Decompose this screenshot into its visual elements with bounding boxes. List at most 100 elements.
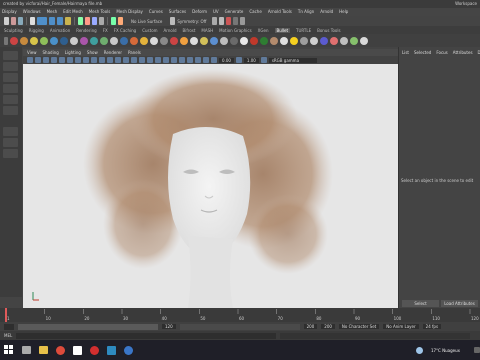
film-gate-icon[interactable] — [67, 57, 73, 63]
wireframe-icon[interactable] — [107, 57, 113, 63]
shelf-tool-icon[interactable] — [190, 36, 198, 45]
shelf-tool-icon[interactable] — [360, 36, 368, 45]
wireframe-on-shaded-icon[interactable] — [123, 57, 129, 63]
shelf-tool-icon[interactable] — [120, 36, 128, 45]
menu-edit-mesh[interactable]: Edit Mesh — [63, 8, 83, 16]
menu-arnold[interactable]: Arnold — [320, 8, 333, 16]
shelf-tool-icon[interactable] — [220, 36, 228, 45]
shelf-tab-fx[interactable]: FX — [103, 28, 108, 33]
symmetry-label[interactable]: Symmetry: Off — [177, 19, 206, 24]
select-tool-icon[interactable] — [30, 17, 35, 25]
camera-icon[interactable] — [219, 17, 225, 25]
rotate-tool-button[interactable] — [3, 95, 18, 104]
camera-select-icon[interactable] — [27, 57, 33, 63]
current-frame-marker[interactable] — [5, 308, 7, 322]
shelf-tab-rigging[interactable]: Rigging — [29, 28, 44, 33]
open-scene-icon[interactable] — [11, 17, 16, 25]
select-button[interactable]: Select — [402, 300, 439, 307]
shelf-tab-bifrost[interactable]: Bifrost — [183, 28, 196, 33]
motion-blur-icon[interactable] — [163, 57, 169, 63]
shadows-icon[interactable] — [147, 57, 153, 63]
xray-joints-icon[interactable] — [203, 57, 209, 63]
shelf-tab-bonus-tools[interactable]: Bonus Tools — [317, 28, 340, 33]
shelf-tab-sculpting[interactable]: Sculpting — [4, 28, 23, 33]
viewport[interactable] — [23, 64, 398, 308]
select-by-component-icon[interactable] — [57, 17, 63, 25]
select-tool-button[interactable] — [3, 51, 18, 60]
isolate-select-icon[interactable] — [187, 57, 193, 63]
shelf-tool-icon[interactable] — [180, 36, 188, 45]
shelf-tab-arnold[interactable]: Arnold — [164, 28, 177, 33]
shelf-tool-icon[interactable] — [20, 36, 28, 45]
gate-mask-icon[interactable] — [83, 57, 89, 63]
right-tab-focus[interactable]: Focus — [436, 49, 447, 57]
panel-menu-show[interactable]: Show — [87, 49, 98, 56]
lights-icon[interactable] — [139, 57, 145, 63]
range-end-value[interactable]: 120 — [162, 324, 176, 329]
load-attributes-button[interactable]: Load Attributes — [441, 300, 478, 307]
shelf-tool-icon[interactable] — [80, 36, 88, 45]
render-icon[interactable] — [118, 17, 123, 25]
layout-outliner-button[interactable] — [3, 149, 18, 158]
image-plane-icon[interactable] — [51, 57, 57, 63]
shelf-tool-icon[interactable] — [50, 36, 58, 45]
shelf-tool-icon[interactable] — [110, 36, 118, 45]
shelf-tool-icon[interactable] — [320, 36, 328, 45]
exposure-value[interactable]: 0.00 — [219, 57, 234, 63]
shelf-tool-icon[interactable] — [210, 36, 218, 45]
scale-tool-button[interactable] — [3, 106, 18, 115]
range-bar[interactable] — [18, 323, 158, 330]
lasso-tool-button[interactable] — [3, 62, 18, 71]
shelf-settings-icon[interactable] — [4, 36, 8, 45]
shelf-tool-icon[interactable] — [10, 36, 18, 45]
paint-select-tool-button[interactable] — [3, 73, 18, 82]
history-icon[interactable] — [111, 17, 116, 25]
hypershade-icon[interactable] — [240, 17, 246, 25]
select-mask-icon[interactable] — [65, 17, 71, 25]
colorspace-field[interactable]: sRGB gamma — [268, 57, 317, 63]
shelf-tool-icon[interactable] — [70, 36, 78, 45]
grid-icon[interactable] — [59, 57, 65, 63]
gamma-icon[interactable] — [235, 57, 242, 63]
menu-mesh[interactable]: Mesh — [47, 8, 58, 16]
anim-layer-dropdown[interactable]: No Anim Layer — [383, 324, 419, 329]
snap-point-icon[interactable] — [92, 17, 97, 25]
right-tab-list[interactable]: List — [402, 49, 409, 57]
color-management-icon[interactable] — [260, 57, 267, 63]
tray-icon[interactable] — [474, 347, 480, 353]
menu-surfaces[interactable]: Surfaces — [169, 8, 186, 16]
select-by-object-icon[interactable] — [49, 17, 55, 25]
shelf-tool-icon[interactable] — [160, 36, 168, 45]
opera-icon[interactable] — [90, 345, 99, 355]
right-tab-selected[interactable]: Selected — [414, 49, 431, 57]
save-scene-icon[interactable] — [18, 17, 23, 25]
shelf-tool-icon[interactable] — [100, 36, 108, 45]
move-tool-button[interactable] — [3, 84, 18, 93]
bookmark-icon[interactable] — [43, 57, 49, 63]
shelf-tool-icon[interactable] — [310, 36, 318, 45]
gamma-value[interactable]: 1.00 — [243, 57, 259, 63]
shelf-tool-icon[interactable] — [240, 36, 248, 45]
shelf-tool-icon[interactable] — [30, 36, 38, 45]
windows-start-icon[interactable] — [4, 345, 14, 355]
shelf-tab-bullet[interactable]: Bullet — [274, 27, 291, 33]
shelf-tab-xgen[interactable]: XGen — [258, 28, 269, 33]
textured-icon[interactable] — [131, 57, 137, 63]
app-icon[interactable] — [124, 345, 133, 355]
character-set-dropdown[interactable]: No Character Set — [338, 324, 380, 329]
menu-generate[interactable]: Generate — [225, 8, 244, 16]
range-start-field[interactable] — [4, 323, 14, 330]
menu-curves[interactable]: Curves — [149, 8, 163, 16]
weather-text[interactable]: 17°C Nuageux — [431, 348, 460, 353]
live-surface-label[interactable]: No Live Surface — [131, 19, 162, 24]
menu-cache[interactable]: Cache — [249, 8, 261, 16]
field-chart-icon[interactable] — [91, 57, 97, 63]
command-language-label[interactable]: MEL — [4, 333, 12, 338]
shelf-tool-icon[interactable] — [170, 36, 178, 45]
shelf-tool-icon[interactable] — [230, 36, 238, 45]
menu-tn-align[interactable]: Tn Align — [298, 8, 314, 16]
xray-icon[interactable] — [195, 57, 201, 63]
shelf-tab-custom[interactable]: Custom — [142, 28, 157, 33]
safe-action-icon[interactable] — [99, 57, 105, 63]
shelf-tab-motion-graphics[interactable]: Motion Graphics — [219, 28, 252, 33]
